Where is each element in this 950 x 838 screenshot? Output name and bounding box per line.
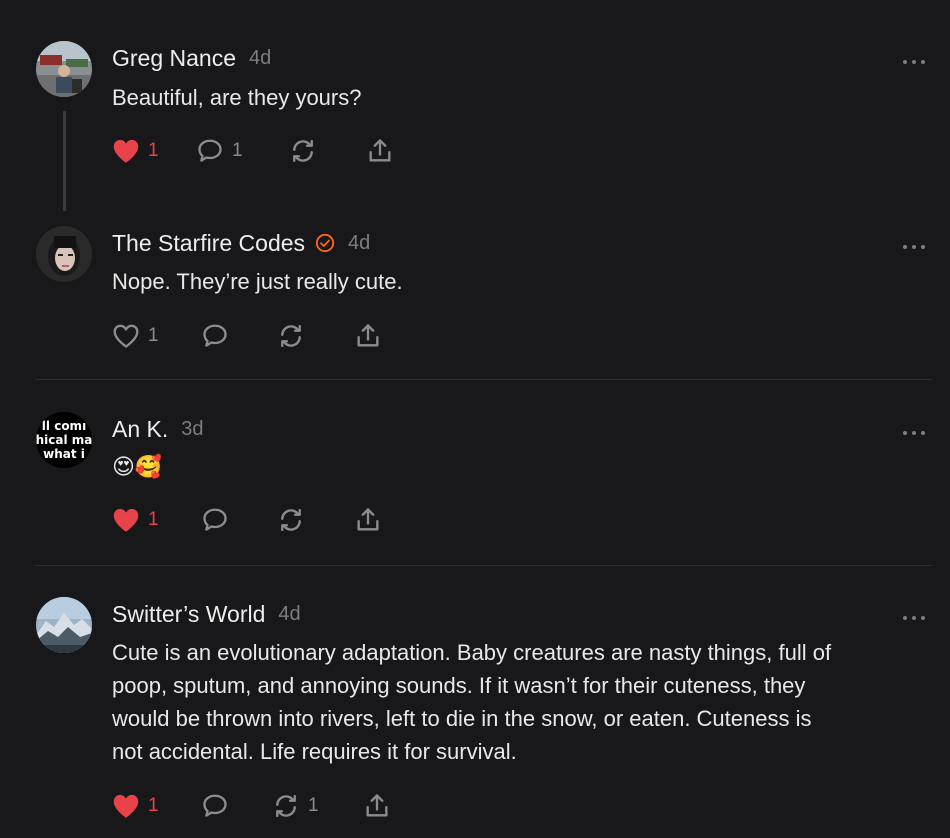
heart-icon (112, 507, 140, 533)
share-icon (366, 137, 394, 165)
comment-text-line: not accidental. Life requires it for sur… (112, 739, 517, 764)
comment-text-line: would be thrown into rivers, left to die… (112, 706, 812, 731)
comment-text-line: Cute is an evolutionary adaptation. Baby… (112, 640, 832, 665)
speech-bubble-icon (196, 137, 224, 165)
avatar[interactable] (36, 597, 92, 653)
restack-icon (289, 137, 317, 165)
comment-header: The Starfire Codes 4d (112, 227, 370, 259)
like-button[interactable]: 1 (112, 320, 159, 352)
timestamp[interactable]: 4d (278, 603, 300, 626)
comment-text: Beautiful, are they yours? (112, 85, 362, 110)
divider (35, 565, 932, 566)
restack-button[interactable] (277, 320, 305, 352)
share-icon (363, 792, 391, 820)
emoji-text: 😍🥰 (112, 454, 163, 479)
share-icon (354, 322, 382, 350)
like-button[interactable]: 1 (112, 504, 159, 536)
restack-button[interactable] (277, 504, 305, 536)
like-count: 1 (148, 509, 159, 530)
restack-button[interactable]: 1 (272, 790, 319, 822)
more-options-icon[interactable] (902, 238, 926, 250)
restack-count: 1 (308, 795, 319, 816)
comment-text-line: poop, sputum, and annoying sounds. If it… (112, 673, 806, 698)
comment-header: Greg Nance 4d (112, 42, 271, 74)
timestamp[interactable]: 4d (348, 232, 370, 255)
more-options-icon[interactable] (902, 609, 926, 621)
share-button[interactable] (354, 504, 382, 536)
divider (35, 379, 932, 380)
comment-text: Nope. They’re just really cute. (112, 269, 403, 294)
timestamp[interactable]: 4d (249, 47, 271, 70)
like-button[interactable]: 1 (112, 790, 159, 822)
comment-text: Cute is an evolutionary adaptation. Baby… (112, 636, 920, 768)
restack-icon (272, 792, 300, 820)
speech-bubble-icon (201, 322, 229, 350)
reply-button[interactable] (201, 504, 229, 536)
like-button[interactable]: 1 (112, 135, 159, 167)
speech-bubble-icon (201, 792, 229, 820)
reply-count: 1 (232, 140, 243, 161)
speech-bubble-icon (201, 506, 229, 534)
reply-button[interactable] (201, 790, 229, 822)
like-count: 1 (148, 795, 159, 816)
comment-text: 😍🥰 (112, 450, 920, 483)
share-button[interactable] (366, 135, 394, 167)
avatar[interactable] (36, 226, 92, 282)
like-count: 1 (148, 325, 159, 346)
comment-header: An K. 3d (112, 413, 204, 445)
avatar[interactable]: ll comı hical ma what i (36, 412, 92, 468)
share-icon (354, 506, 382, 534)
more-options-icon[interactable] (902, 424, 926, 436)
reply-button[interactable]: 1 (196, 135, 243, 167)
author-name[interactable]: An K. (112, 416, 168, 443)
avatar-text-line: ll comı (42, 419, 86, 433)
share-button[interactable] (363, 790, 391, 822)
restack-icon (277, 506, 305, 534)
comment-header: Switter’s World 4d (112, 598, 301, 630)
heart-icon (112, 323, 140, 349)
more-options-icon[interactable] (902, 53, 926, 65)
author-name[interactable]: Switter’s World (112, 601, 265, 628)
share-button[interactable] (354, 320, 382, 352)
restack-icon (277, 322, 305, 350)
like-count: 1 (148, 140, 159, 161)
thread-connector (63, 111, 66, 211)
heart-icon (112, 138, 140, 164)
avatar[interactable] (36, 41, 92, 97)
avatar-text-line: what i (43, 447, 85, 461)
author-name[interactable]: The Starfire Codes (112, 230, 305, 257)
author-name[interactable]: Greg Nance (112, 45, 236, 72)
heart-icon (112, 793, 140, 819)
verified-check-icon (315, 233, 335, 253)
avatar-text-line: hical ma (36, 433, 92, 447)
restack-button[interactable] (289, 135, 317, 167)
timestamp[interactable]: 3d (181, 418, 203, 441)
reply-button[interactable] (201, 320, 229, 352)
